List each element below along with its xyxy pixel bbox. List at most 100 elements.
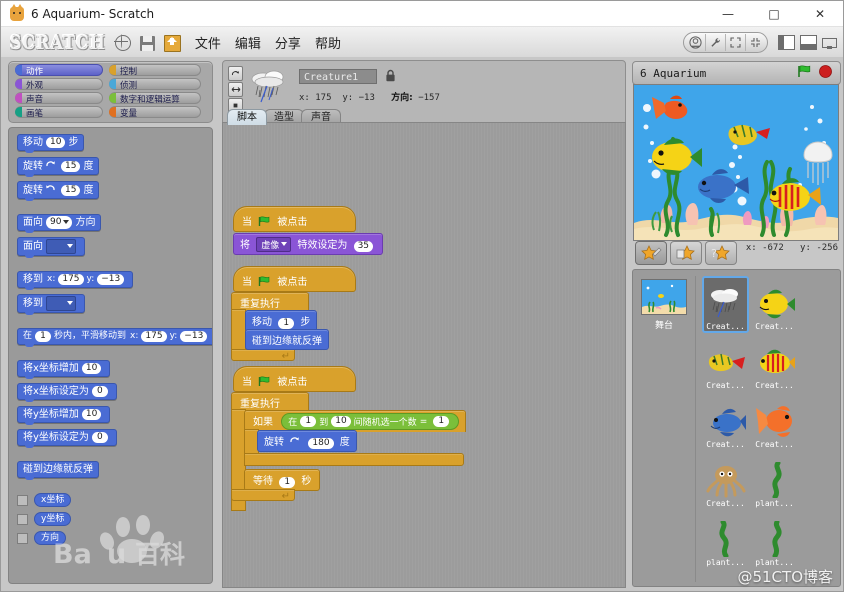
scripts-canvas[interactable]: 当 被点击 将 虚像 特效设定为 35 当 被点击 重复执行 ↵ 移动 1 步 … (222, 122, 626, 588)
reporter-x-position[interactable]: x坐标 (34, 493, 72, 507)
palette-scroll-area[interactable]: 移动 10 步 旋转 15 度 旋转 15 度 面向 90 方向 面向 移到 x… (8, 127, 213, 584)
category-looks[interactable]: 外观 (15, 78, 103, 90)
script-3-wait-block[interactable]: 等待 1 秒 (244, 469, 321, 491)
save-icon[interactable] (139, 35, 155, 51)
sprite-x-value: 175 (315, 93, 332, 103)
normal-stage-view-button[interactable] (800, 34, 817, 50)
reporter-y-position[interactable]: y坐标 (34, 512, 72, 526)
sprite-cell-fish-blue[interactable]: Creat... (702, 394, 749, 451)
category-pen[interactable]: 画笔 (15, 106, 103, 118)
menu-edit[interactable]: 编辑 (235, 33, 261, 52)
script-3-hat-block[interactable]: 当 被点击 (233, 366, 356, 392)
seaweed-thumbnail (718, 521, 729, 557)
stamp-icon[interactable] (686, 33, 706, 51)
wrench-icon[interactable] (706, 33, 726, 51)
wait-seconds-input[interactable]: 1 (279, 477, 296, 488)
palette-block-set-x[interactable]: 将x坐标设定为 0 (17, 383, 117, 402)
pick-random-operator[interactable]: 在 1 到 10 间随机选一个数 (288, 415, 417, 428)
menu-help[interactable]: 帮助 (315, 33, 341, 52)
palette-block-goto-xy[interactable]: 移到 x: 175 y: −13 (17, 271, 134, 290)
random-to-input[interactable]: 10 (331, 416, 351, 427)
move-steps-input[interactable]: 1 (278, 318, 295, 329)
tab-scripts[interactable]: 脚本 (227, 109, 267, 125)
script-1-hat-block[interactable]: 当 被点击 (233, 206, 356, 232)
flip-style-icon[interactable] (228, 82, 243, 97)
turn-degrees-input[interactable]: 180 (308, 438, 334, 449)
sprite-cell-fish-red[interactable]: Creat... (702, 335, 749, 392)
green-flag-icon[interactable] (797, 65, 812, 81)
presentation-view-button[interactable] (822, 36, 837, 49)
category-motion[interactable]: 动作 (15, 64, 103, 76)
globe-icon[interactable] (114, 34, 131, 51)
sprite-cell-plant-1[interactable]: plant... (751, 453, 798, 510)
script-2-hat-block[interactable]: 当 被点击 (233, 266, 356, 292)
maximize-button[interactable]: □ (751, 1, 797, 26)
script-2-bounce-block[interactable]: 碰到边缘就反弹 (245, 329, 329, 350)
close-button[interactable]: ✕ (797, 1, 843, 26)
effect-dropdown[interactable]: 虚像 (256, 237, 292, 252)
rotate-style-icon[interactable] (228, 66, 243, 81)
palette-block-turn-ccw[interactable]: 旋转 15 度 (17, 181, 100, 201)
reporter-direction[interactable]: 方向 (34, 531, 67, 545)
surprise-sprite-button[interactable]: ? (705, 241, 737, 265)
menu-file[interactable]: 文件 (195, 33, 221, 52)
palette-block-if-on-edge-bounce[interactable]: 碰到边缘就反弹 (17, 461, 99, 480)
new-sprite-from-file-button[interactable] (670, 241, 702, 265)
palette-block-point-towards[interactable]: 面向 (17, 237, 85, 258)
random-from-input[interactable]: 1 (300, 416, 317, 427)
sprite-cell-fish-yellow[interactable]: Creat... (751, 276, 798, 333)
category-sensing[interactable]: 侦测 (109, 78, 201, 90)
palette-block-point-direction[interactable]: 面向 90 方向 (17, 214, 102, 233)
octopus-thumbnail (706, 466, 745, 498)
script-3-turn-block[interactable]: 旋转 180 度 (257, 430, 357, 452)
direction-dropdown[interactable]: 90 (46, 216, 73, 229)
goto-target-dropdown[interactable] (46, 296, 76, 311)
share-icon[interactable] (163, 34, 181, 52)
sprite-name-field[interactable]: Creature1 (299, 69, 377, 84)
category-sound[interactable]: 声音 (15, 92, 103, 104)
menu-share[interactable]: 分享 (275, 33, 301, 52)
palette-block-turn-cw[interactable]: 旋转 15 度 (17, 157, 100, 177)
point-towards-dropdown[interactable] (46, 239, 76, 254)
script-1-set-effect-block[interactable]: 将 虚像 特效设定为 35 (233, 233, 384, 255)
shrink-icon[interactable] (746, 34, 765, 51)
script-3-if-block[interactable]: 如果 在 1 到 10 间随机选一个数 = 1 (244, 410, 467, 432)
equals-right-input[interactable]: 1 (433, 416, 450, 427)
sprite-cell-fish-butterfly[interactable]: Creat... (751, 335, 798, 392)
palette-block-change-x[interactable]: 将x坐标增加 10 (17, 360, 111, 379)
palette-block-move[interactable]: 移动 10 步 (17, 134, 85, 153)
paint-new-sprite-button[interactable] (635, 241, 667, 265)
palette-block-set-y[interactable]: 将y坐标设定为 0 (17, 429, 117, 448)
category-operators[interactable]: 数字和逻辑运算 (109, 92, 201, 104)
sprite-list-panel[interactable]: 舞台 Creat... Creat... Creat... Creat... C… (632, 269, 841, 587)
lock-icon[interactable] (385, 69, 396, 82)
sprite-cell-plant-3[interactable]: plant... (751, 512, 798, 569)
palette-block-goto[interactable]: 移到 (17, 294, 85, 315)
sprite-grid: Creat... Creat... Creat... Creat... Crea… (695, 276, 836, 582)
checkbox-direction[interactable] (17, 532, 28, 544)
stop-icon[interactable] (819, 65, 832, 81)
category-variables[interactable]: 变量 (109, 106, 201, 118)
stage-canvas[interactable] (633, 84, 839, 241)
sprite-cell-octopus[interactable]: Creat... (702, 453, 749, 510)
effect-value-input[interactable]: 35 (353, 241, 374, 252)
sprite-info-header: Creature1 x: 175 y: −13 方向: −157 脚本 造型 声… (222, 60, 626, 125)
random-equals-condition[interactable]: 在 1 到 10 间随机选一个数 = 1 (281, 413, 460, 430)
sprite-cell-plant-2[interactable]: plant... (702, 512, 749, 569)
palette-block-change-y[interactable]: 将y坐标增加 10 (17, 406, 111, 425)
new-sprite-buttons: ? (635, 241, 737, 265)
category-control[interactable]: 控制 (109, 64, 201, 76)
grow-icon[interactable] (726, 33, 746, 51)
scratch-window: 6 Aquarium- Scratch — □ ✕ SCRATCH 文件 编辑 … (0, 0, 844, 592)
palette-block-glide[interactable]: 在 1 秒内，平滑移动到 x: 175 y: −13 (17, 328, 212, 347)
checkbox-x-position[interactable] (17, 494, 28, 506)
sprite-cell-fish-gold[interactable]: Creat... (751, 394, 798, 451)
sprite-cell-label: Creat... (706, 440, 745, 449)
stage-selector-cell[interactable]: 舞台 (637, 276, 691, 580)
sprite-cell-creature-rain[interactable]: Creat... (702, 276, 749, 333)
minimize-button[interactable]: — (705, 1, 751, 26)
mouse-x-label: x: (745, 243, 757, 253)
stage-header: 6 Aquarium (632, 61, 841, 85)
small-stage-view-button[interactable] (778, 34, 795, 50)
checkbox-y-position[interactable] (17, 513, 28, 525)
